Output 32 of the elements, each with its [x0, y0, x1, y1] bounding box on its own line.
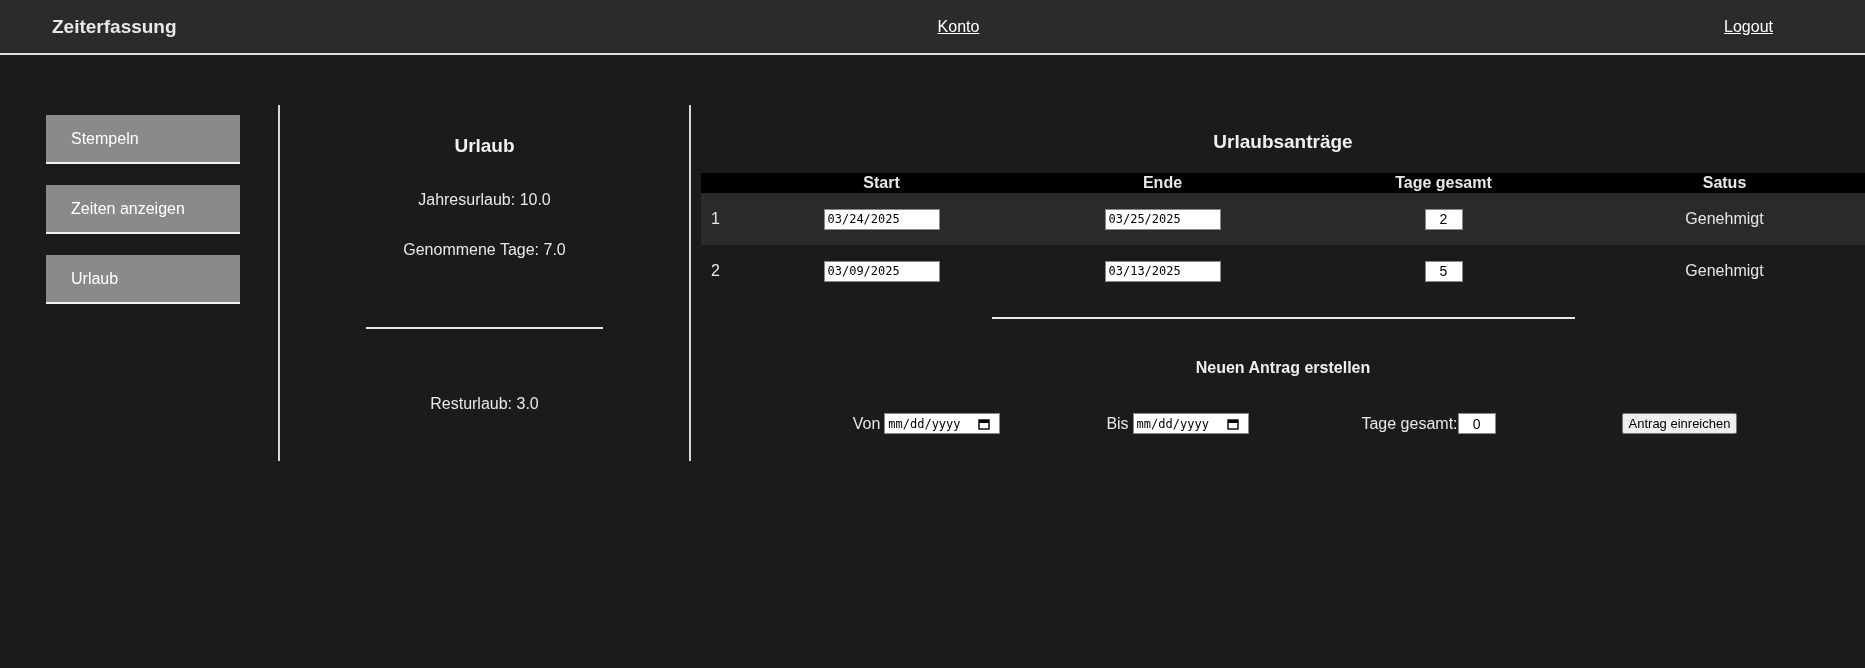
- field-label: Von: [852, 414, 881, 433]
- date-field[interactable]: mm/dd/yyyy: [884, 413, 1001, 434]
- date-field[interactable]: 03/13/2025: [1104, 260, 1221, 282]
- date-field[interactable]: mm/dd/yyyy: [1132, 413, 1249, 434]
- date-field[interactable]: 03/09/2025: [823, 260, 940, 282]
- date-field[interactable]: 03/25/2025: [1104, 208, 1221, 230]
- account-link[interactable]: Konto: [937, 17, 980, 36]
- field-label: Tage gesamt:: [1361, 414, 1458, 433]
- column-header: Tage gesamt: [1394, 173, 1493, 193]
- status-text: Genehmigt: [1685, 210, 1764, 228]
- form-title: Neuen Antrag erstellen: [1195, 359, 1371, 377]
- column-header: Satus: [1701, 173, 1748, 193]
- calendar-icon[interactable]: [1226, 417, 1239, 430]
- summary-line: Genommene Tage: 7.0: [403, 241, 566, 259]
- app-title: Zeiterfassung: [52, 15, 177, 38]
- number-field[interactable]: 0: [1457, 413, 1496, 434]
- column-header: Ende: [1141, 173, 1184, 193]
- summary-line: Jahresurlaub: 10.0: [418, 191, 551, 209]
- column-header: Start: [862, 173, 901, 193]
- number-field[interactable]: 5: [1424, 260, 1463, 282]
- section-title: Urlaub: [454, 135, 515, 157]
- row-number: 2: [711, 262, 720, 280]
- calendar-icon[interactable]: [978, 417, 991, 430]
- remaining-vacation: Resturlaub: 3.0: [430, 395, 539, 413]
- date-field[interactable]: 03/24/2025: [823, 208, 940, 230]
- number-field[interactable]: 2: [1424, 208, 1463, 230]
- section-title: Urlaubsanträge: [1213, 131, 1353, 153]
- status-text: Genehmigt: [1685, 262, 1764, 280]
- submit-button[interactable]: Antrag einreichen: [1621, 413, 1738, 434]
- row-number: 1: [711, 210, 720, 228]
- logout-link[interactable]: Logout: [1724, 17, 1773, 36]
- field-label: Bis: [1106, 414, 1129, 433]
